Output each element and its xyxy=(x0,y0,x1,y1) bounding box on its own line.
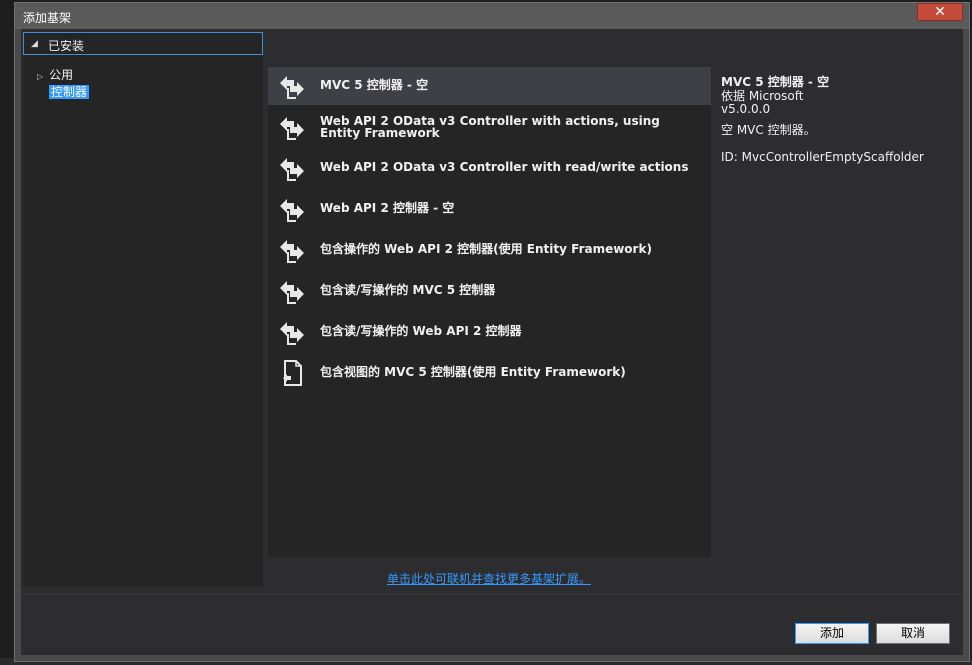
view-file-icon xyxy=(283,360,302,386)
add-scaffold-dialog: 添加基架 ✕ ◢ 已安装 ▷ 公用 控制器 MVC 5 控制器 - 空 Web … xyxy=(14,2,970,662)
controller-icon xyxy=(280,240,304,263)
details-title: MVC 5 控制器 - 空 xyxy=(721,75,830,89)
list-item[interactable]: Web API 2 OData v3 Controller with read/… xyxy=(268,149,711,187)
scaffold-name: 包含读/写操作的 Web API 2 控制器 xyxy=(320,324,522,338)
dialog-title: 添加基架 xyxy=(23,11,72,25)
collapsed-triangle-icon: ▷ xyxy=(37,72,44,81)
close-button[interactable]: ✕ xyxy=(917,3,963,21)
tree-item-label: 控制器 xyxy=(49,85,90,99)
scaffold-name: Web API 2 控制器 - 空 xyxy=(320,201,455,215)
expanded-triangle-icon: ◢ xyxy=(31,39,38,49)
list-item[interactable]: MVC 5 控制器 - 空 xyxy=(268,67,711,105)
dialog-client: ◢ 已安装 ▷ 公用 控制器 MVC 5 控制器 - 空 Web API 2 O… xyxy=(21,29,963,655)
list-item[interactable]: 包含操作的 Web API 2 控制器(使用 Entity Framework) xyxy=(268,231,711,269)
add-button[interactable]: 添加 xyxy=(795,623,869,644)
controller-icon xyxy=(280,158,304,181)
category-tree: ▷ 公用 控制器 xyxy=(23,55,263,587)
list-item[interactable]: 包含视图的 MVC 5 控制器(使用 Entity Framework) xyxy=(268,354,711,392)
details-description: 空 MVC 控制器。 xyxy=(721,123,816,137)
scaffold-name: Web API 2 OData v3 Controller with read/… xyxy=(320,160,689,174)
installed-label: 已安装 xyxy=(48,39,85,53)
controller-icon xyxy=(280,199,304,222)
installed-node[interactable]: ◢ 已安装 xyxy=(23,32,263,55)
details-version: v5.0.0.0 xyxy=(721,102,771,116)
close-icon: ✕ xyxy=(934,4,946,20)
dialog-titlebar: 添加基架 ✕ xyxy=(15,3,969,29)
tree-item-common[interactable]: ▷ 公用 xyxy=(37,66,73,83)
list-item[interactable]: 包含读/写操作的 Web API 2 控制器 xyxy=(268,313,711,351)
scaffold-name: Web API 2 OData v3 Controller with actio… xyxy=(320,114,660,140)
controller-icon xyxy=(280,117,304,140)
list-item[interactable]: Web API 2 OData v3 Controller with actio… xyxy=(268,108,711,146)
scaffold-name: 包含操作的 Web API 2 控制器(使用 Entity Framework) xyxy=(320,242,652,256)
cancel-button[interactable]: 取消 xyxy=(876,623,950,644)
controller-icon xyxy=(280,281,304,304)
scaffold-list: MVC 5 控制器 - 空 Web API 2 OData v3 Control… xyxy=(268,67,711,557)
controller-icon xyxy=(280,322,304,345)
scaffold-name: 包含读/写操作的 MVC 5 控制器 xyxy=(320,283,496,297)
list-item[interactable]: Web API 2 控制器 - 空 xyxy=(268,190,711,228)
online-extensions-link[interactable]: 单击此处可联机并查找更多基架扩展。 xyxy=(387,570,591,587)
dialog-footer: 添加 取消 xyxy=(21,594,963,655)
tree-item-label: 公用 xyxy=(49,68,74,82)
scaffold-name: 包含视图的 MVC 5 控制器(使用 Entity Framework) xyxy=(320,365,626,379)
scaffold-name: MVC 5 控制器 - 空 xyxy=(320,78,429,92)
details-pane: MVC 5 控制器 - 空 依据 Microsoft v5.0.0.0 空 MV… xyxy=(721,73,961,164)
list-item[interactable]: 包含读/写操作的 MVC 5 控制器 xyxy=(268,272,711,310)
tree-item-controller[interactable]: 控制器 xyxy=(49,83,90,100)
details-id: ID: MvcControllerEmptyScaffolder xyxy=(721,150,924,164)
controller-icon xyxy=(280,76,304,99)
